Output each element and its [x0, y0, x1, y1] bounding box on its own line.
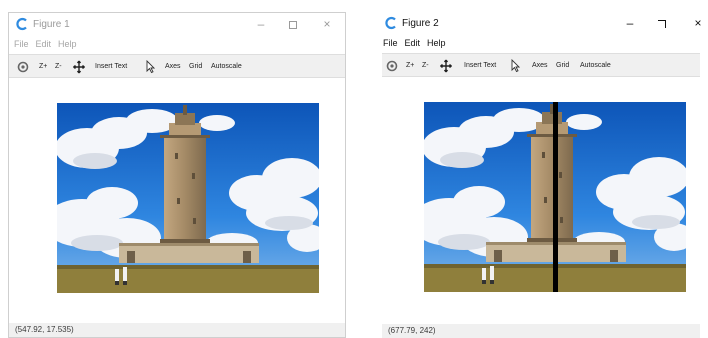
figure-canvas[interactable]: [378, 78, 708, 324]
menu-bar: File Edit Help: [378, 36, 708, 50]
minimize-button[interactable]: –: [620, 14, 640, 32]
title-bar[interactable]: Figure 2 – ×: [378, 12, 708, 36]
menu-edit[interactable]: Edit: [405, 36, 421, 50]
pointer-button[interactable]: [145, 60, 155, 74]
menu-help[interactable]: Help: [58, 37, 77, 51]
close-button[interactable]: ×: [688, 14, 708, 32]
figure-1-window[interactable]: Figure 1 – × File Edit Help Z+ Z- Insert…: [8, 12, 346, 338]
menu-file[interactable]: File: [14, 37, 29, 51]
pan-icon: [73, 60, 85, 74]
grid-button[interactable]: Grid: [189, 60, 202, 74]
close-button[interactable]: ×: [317, 15, 337, 33]
autoscale-button[interactable]: Autoscale: [580, 59, 611, 73]
figure-canvas[interactable]: [9, 79, 345, 323]
minimize-button[interactable]: –: [251, 15, 271, 33]
figure-2-window[interactable]: Figure 2 – × File Edit Help Z+ Z- Insert…: [378, 12, 708, 338]
restore-button[interactable]: [652, 14, 672, 32]
restore-icon: [658, 19, 666, 28]
axes-button[interactable]: Axes: [165, 60, 181, 74]
pan-button[interactable]: [73, 60, 85, 74]
home-button[interactable]: [17, 60, 29, 74]
title-bar[interactable]: Figure 1 – ×: [9, 13, 345, 37]
home-button[interactable]: [386, 59, 398, 73]
insert-text-button[interactable]: Insert Text: [464, 59, 496, 73]
home-icon: [17, 61, 29, 73]
pan-icon: [440, 59, 452, 73]
home-icon: [386, 60, 398, 72]
zoom-in-button[interactable]: Z+: [39, 60, 47, 74]
mirror-divider-line: [553, 102, 558, 292]
pan-button[interactable]: [440, 59, 452, 73]
app-logo-icon: [385, 16, 396, 30]
menu-bar: File Edit Help: [9, 37, 345, 51]
mirrored-lighthouse-photo: [424, 102, 686, 292]
window-title: Figure 2: [402, 18, 439, 29]
menu-help[interactable]: Help: [427, 36, 446, 50]
insert-text-button[interactable]: Insert Text: [95, 60, 127, 74]
zoom-out-button[interactable]: Z-: [55, 60, 62, 74]
maximize-button[interactable]: [283, 15, 303, 33]
pointer-icon: [146, 60, 155, 74]
zoom-out-button[interactable]: Z-: [422, 59, 429, 73]
grid-button[interactable]: Grid: [556, 59, 569, 73]
pointer-icon: [511, 59, 520, 73]
toolbar: Z+ Z- Insert Text Axes Grid Autoscale: [382, 53, 700, 77]
menu-edit[interactable]: Edit: [36, 37, 52, 51]
coordinate-readout: (677.79, 242): [382, 324, 700, 338]
app-logo-icon: [16, 17, 27, 31]
autoscale-button[interactable]: Autoscale: [211, 60, 242, 74]
toolbar: Z+ Z- Insert Text Axes Grid Autoscale: [9, 54, 345, 78]
window-title: Figure 1: [33, 19, 70, 30]
pointer-button[interactable]: [510, 59, 520, 73]
coordinate-readout: (547.92, 17.535): [9, 323, 345, 337]
axes-button[interactable]: Axes: [532, 59, 548, 73]
menu-file[interactable]: File: [383, 36, 398, 50]
lighthouse-photo: [57, 103, 319, 293]
zoom-in-button[interactable]: Z+: [406, 59, 414, 73]
maximize-icon: [289, 20, 297, 29]
